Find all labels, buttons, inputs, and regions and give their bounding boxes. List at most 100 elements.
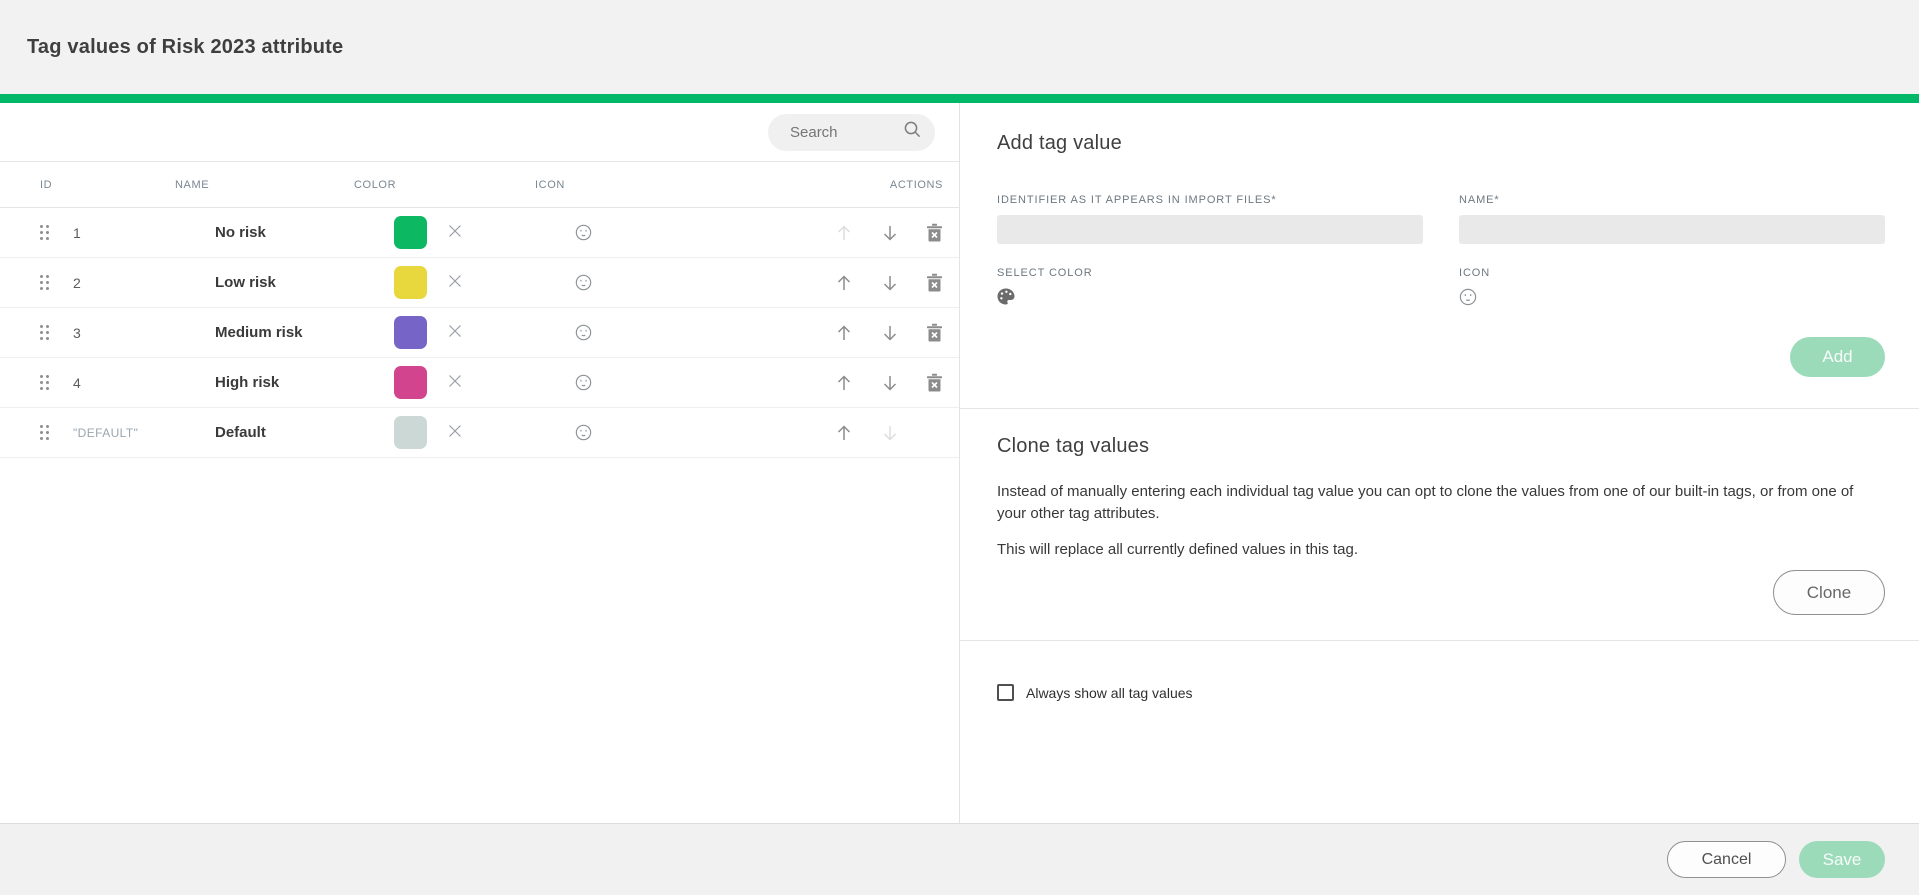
arrow-down-icon — [880, 273, 900, 293]
row-actions — [834, 373, 959, 393]
row-icon-button[interactable] — [575, 374, 592, 391]
clear-color-button[interactable] — [448, 274, 462, 291]
main-content: ID NAME COLOR ICON ACTIONS 1 No risk — [0, 103, 1919, 823]
color-swatch[interactable] — [394, 416, 427, 449]
cancel-button[interactable]: Cancel — [1667, 841, 1786, 878]
drag-handle[interactable] — [40, 225, 73, 240]
move-up-button[interactable] — [834, 323, 854, 343]
move-down-button[interactable] — [880, 423, 900, 443]
trash-icon — [926, 273, 943, 292]
clone-button[interactable]: Clone — [1773, 570, 1885, 615]
neutral-face-icon — [1459, 288, 1477, 309]
trash-icon — [926, 323, 943, 342]
color-swatch[interactable] — [394, 266, 427, 299]
search-input[interactable] — [790, 124, 903, 141]
x-icon — [448, 324, 462, 341]
color-picker-button[interactable] — [997, 288, 1015, 308]
identifier-input[interactable] — [997, 215, 1423, 244]
arrow-up-icon — [834, 323, 854, 343]
add-tag-form: IDENTIFIER AS IT APPEARS IN IMPORT FILES… — [997, 194, 1885, 309]
row-name: Low risk — [215, 274, 394, 291]
table-row: "DEFAULT" Default — [0, 408, 959, 458]
table-row: 3 Medium risk — [0, 308, 959, 358]
table-row: 4 High risk — [0, 358, 959, 408]
row-actions — [834, 273, 959, 293]
tag-values-panel: ID NAME COLOR ICON ACTIONS 1 No risk — [0, 103, 960, 823]
drag-handle[interactable] — [40, 375, 73, 390]
table-row: 2 Low risk — [0, 258, 959, 308]
always-show-checkbox[interactable] — [997, 684, 1014, 701]
row-name: No risk — [215, 224, 394, 241]
clone-description: Instead of manually entering each indivi… — [997, 481, 1885, 525]
arrow-up-icon — [834, 423, 854, 443]
move-up-button[interactable] — [834, 223, 854, 243]
row-icon-button[interactable] — [575, 224, 592, 241]
column-header-actions: ACTIONS — [890, 179, 959, 191]
table-header: ID NAME COLOR ICON ACTIONS — [0, 161, 959, 208]
color-swatch[interactable] — [394, 316, 427, 349]
identifier-label: IDENTIFIER AS IT APPEARS IN IMPORT FILES… — [997, 194, 1423, 206]
search-row — [0, 103, 959, 161]
section-divider — [960, 408, 1919, 409]
row-icon-cell — [567, 324, 687, 341]
row-color-cell — [394, 416, 567, 449]
move-up-button[interactable] — [834, 273, 854, 293]
arrow-down-icon — [880, 373, 900, 393]
neutral-face-icon — [575, 224, 592, 241]
move-down-button[interactable] — [880, 323, 900, 343]
footer-bar: Cancel Save — [0, 823, 1919, 895]
color-swatch[interactable] — [394, 216, 427, 249]
x-icon — [448, 424, 462, 441]
always-show-option[interactable]: Always show all tag values — [997, 684, 1885, 701]
clone-warning: This will replace all currently defined … — [997, 539, 1885, 561]
search-icon[interactable] — [903, 120, 922, 144]
delete-button[interactable] — [926, 273, 943, 292]
clear-color-button[interactable] — [448, 324, 462, 341]
icon-label: ICON — [1459, 267, 1885, 279]
drag-handle[interactable] — [40, 325, 73, 340]
page-title: Tag values of Risk 2023 attribute — [27, 36, 343, 59]
section-divider — [960, 640, 1919, 641]
save-button[interactable]: Save — [1799, 841, 1885, 878]
delete-button[interactable] — [926, 223, 943, 242]
move-down-button[interactable] — [880, 223, 900, 243]
delete-button[interactable] — [926, 373, 943, 392]
move-up-button[interactable] — [834, 373, 854, 393]
arrow-up-icon — [834, 273, 854, 293]
clear-color-button[interactable] — [448, 224, 462, 241]
move-down-button[interactable] — [880, 273, 900, 293]
search-box[interactable] — [768, 114, 935, 151]
column-header-icon: ICON — [527, 179, 647, 191]
drag-handle[interactable] — [40, 275, 73, 290]
icon-picker-button[interactable] — [1459, 288, 1477, 309]
delete-button[interactable] — [926, 323, 943, 342]
row-icon-cell — [567, 224, 687, 241]
row-id: 3 — [73, 325, 215, 341]
row-icon-button[interactable] — [575, 324, 592, 341]
name-input[interactable] — [1459, 215, 1885, 244]
row-icon-button[interactable] — [575, 424, 592, 441]
row-id: 1 — [73, 225, 215, 241]
neutral-face-icon — [575, 424, 592, 441]
clone-tag-values-title: Clone tag values — [997, 435, 1885, 458]
row-icon-cell — [567, 424, 687, 441]
add-button[interactable]: Add — [1790, 337, 1885, 377]
always-show-label: Always show all tag values — [1026, 685, 1193, 701]
trash-icon — [926, 223, 943, 242]
clear-color-button[interactable] — [448, 374, 462, 391]
column-header-id: ID — [0, 179, 175, 191]
column-header-name: NAME — [175, 179, 354, 191]
add-tag-value-title: Add tag value — [997, 132, 1885, 155]
color-swatch[interactable] — [394, 366, 427, 399]
row-icon-button[interactable] — [575, 274, 592, 291]
move-down-button[interactable] — [880, 373, 900, 393]
arrow-up-icon — [834, 373, 854, 393]
row-color-cell — [394, 266, 567, 299]
clear-color-button[interactable] — [448, 424, 462, 441]
drag-handle[interactable] — [40, 425, 73, 440]
select-color-label: SELECT COLOR — [997, 267, 1423, 279]
move-up-button[interactable] — [834, 423, 854, 443]
row-name: Medium risk — [215, 324, 394, 341]
row-actions — [834, 323, 959, 343]
arrow-down-icon — [880, 423, 900, 443]
